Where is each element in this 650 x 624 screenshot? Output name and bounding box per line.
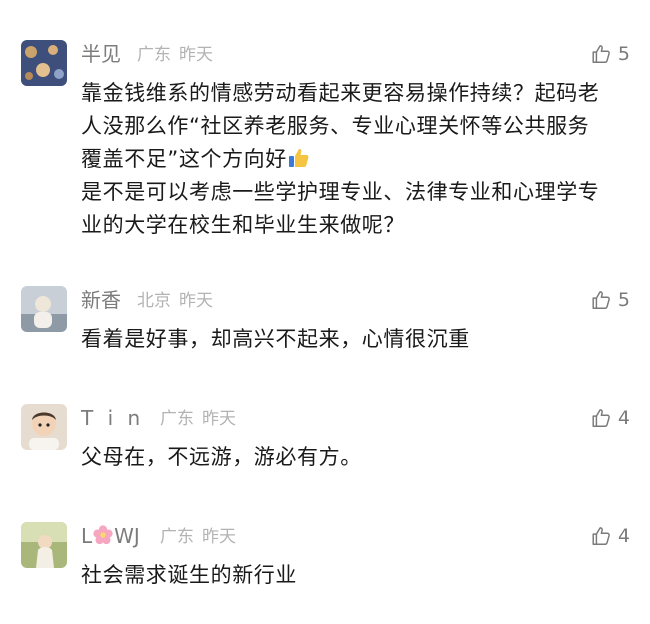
comment-text: 社会需求诞生的新行业 [81, 559, 641, 592]
cherry-blossom-emoji [93, 525, 113, 545]
username-prefix: L [81, 524, 93, 548]
avatar[interactable] [21, 522, 67, 568]
username[interactable]: 半见 [81, 40, 121, 68]
region-label: 广东 [160, 527, 194, 547]
comment-line: 人没那么作“社区养老服务、专业心理关怀等公共服务 [81, 114, 590, 138]
comment-meta: 广东 昨天 [160, 407, 236, 431]
thumbs-up-emoji [288, 148, 309, 167]
like-count: 4 [617, 407, 630, 429]
avatar[interactable] [21, 40, 67, 86]
time-label: 昨天 [202, 409, 236, 429]
comment-line: 是不是可以考虑一些学护理专业、法律专业和心理学专 [81, 180, 600, 204]
like-button[interactable]: 5 [590, 287, 630, 313]
comment-meta: 广东 昨天 [137, 43, 213, 67]
thumbs-up-outline-icon [590, 43, 612, 65]
region-label: 广东 [137, 45, 171, 65]
thumbs-up-outline-icon [590, 525, 612, 547]
comment-line: 父母在，不远游，游必有方。 [81, 445, 362, 469]
comment-line: 社会需求诞生的新行业 [81, 563, 297, 587]
comment-line: 看着是好事，却高兴不起来，心情很沉重 [81, 327, 470, 351]
like-count: 5 [617, 289, 630, 311]
comment-line: 靠金钱维系的情感劳动看起来更容易操作持续？起码老 [81, 81, 600, 105]
comment-line: 业的大学在校生和毕业生来做呢？ [81, 213, 405, 237]
username[interactable]: 新香 [81, 286, 121, 314]
comment-text: 看着是好事，却高兴不起来，心情很沉重 [81, 323, 641, 356]
time-label: 昨天 [179, 291, 213, 311]
comment-line-text: 覆盖不足”这个方向好 [81, 147, 287, 171]
like-button[interactable]: 4 [590, 405, 630, 431]
avatar[interactable] [21, 404, 67, 450]
username[interactable]: L WJ [81, 522, 140, 550]
region-label: 北京 [137, 291, 171, 311]
comment-meta: 北京 昨天 [137, 289, 213, 313]
thumbs-up-outline-icon [590, 289, 612, 311]
username-suffix: WJ [114, 524, 140, 548]
like-button[interactable]: 5 [590, 41, 630, 67]
region-label: 广东 [160, 409, 194, 429]
comment-meta: 广东 昨天 [160, 525, 236, 549]
time-label: 昨天 [202, 527, 236, 547]
thumbs-up-outline-icon [590, 407, 612, 429]
avatar[interactable] [21, 286, 67, 332]
time-label: 昨天 [179, 45, 213, 65]
like-button[interactable]: 4 [590, 523, 630, 549]
comment-line: 覆盖不足”这个方向好 [81, 143, 641, 176]
comment-text: 父母在，不远游，游必有方。 [81, 441, 641, 474]
like-count: 4 [617, 525, 630, 547]
like-count: 5 [617, 43, 630, 65]
comment-text: 靠金钱维系的情感劳动看起来更容易操作持续？起码老 人没那么作“社区养老服务、专业… [81, 77, 641, 242]
username[interactable]: T i n [81, 404, 144, 432]
